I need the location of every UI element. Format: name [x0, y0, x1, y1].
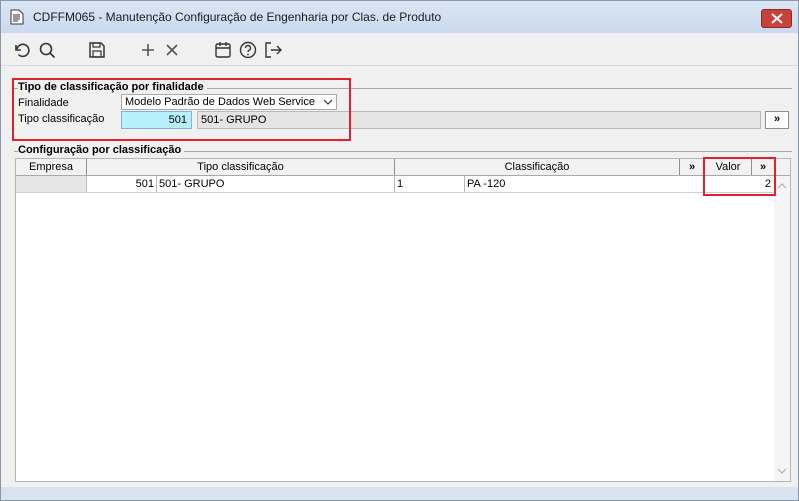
add-button[interactable]	[137, 39, 159, 61]
classificacao-expand-button[interactable]: »	[680, 159, 705, 175]
cell-classificacao-code[interactable]: 1	[395, 176, 465, 192]
title-bar: CDFFM065 - Manutenção Configuração de En…	[1, 1, 798, 33]
column-header-tipo-classificacao[interactable]: Tipo classificação	[87, 159, 395, 175]
annotation-box-valor	[703, 157, 776, 196]
column-header-empresa[interactable]: Empresa	[16, 159, 87, 175]
close-icon	[771, 13, 783, 24]
cell-classificacao-desc[interactable]: PA -120	[465, 176, 705, 192]
column-header-classificacao[interactable]: Classificação	[395, 159, 680, 175]
exit-icon	[265, 42, 282, 58]
close-button[interactable]	[761, 9, 792, 28]
cell-tipo-code[interactable]: 501	[87, 176, 157, 192]
vertical-scrollbar[interactable]	[774, 176, 790, 481]
status-bar	[1, 487, 798, 500]
grid-header: Empresa Tipo classificação Classificação…	[16, 159, 790, 176]
undo-button[interactable]	[11, 39, 33, 61]
exit-button[interactable]	[262, 39, 284, 61]
save-button[interactable]	[86, 39, 108, 61]
calendar-icon	[215, 42, 231, 58]
window-title: CDFFM065 - Manutenção Configuração de En…	[33, 10, 442, 24]
scroll-up-icon[interactable]	[777, 182, 787, 190]
search-button[interactable]	[36, 39, 58, 61]
main-window: CDFFM065 - Manutenção Configuração de En…	[0, 0, 799, 501]
delete-icon	[166, 44, 178, 56]
help-button[interactable]	[237, 39, 259, 61]
table-row[interactable]: 501 501- GRUPO 1 PA -120 2	[16, 176, 775, 193]
save-icon	[89, 42, 105, 58]
cell-empresa[interactable]	[16, 176, 87, 192]
tipo-classificacao-lookup-button[interactable]: »	[765, 111, 789, 129]
cell-tipo-desc[interactable]: 501- GRUPO	[157, 176, 395, 192]
calendar-button[interactable]	[212, 39, 234, 61]
undo-icon	[15, 43, 30, 58]
grid-group-title: Configuração por classificação	[18, 144, 185, 156]
document-icon	[10, 9, 24, 25]
toolbar-divider	[1, 65, 798, 66]
annotation-box-filter	[12, 78, 351, 141]
help-icon	[239, 41, 257, 59]
scroll-down-icon[interactable]	[777, 467, 787, 475]
config-grid: Empresa Tipo classificação Classificação…	[15, 158, 791, 482]
search-icon	[39, 42, 56, 59]
add-icon	[142, 44, 154, 56]
delete-button[interactable]	[161, 39, 183, 61]
toolbar	[1, 33, 798, 65]
